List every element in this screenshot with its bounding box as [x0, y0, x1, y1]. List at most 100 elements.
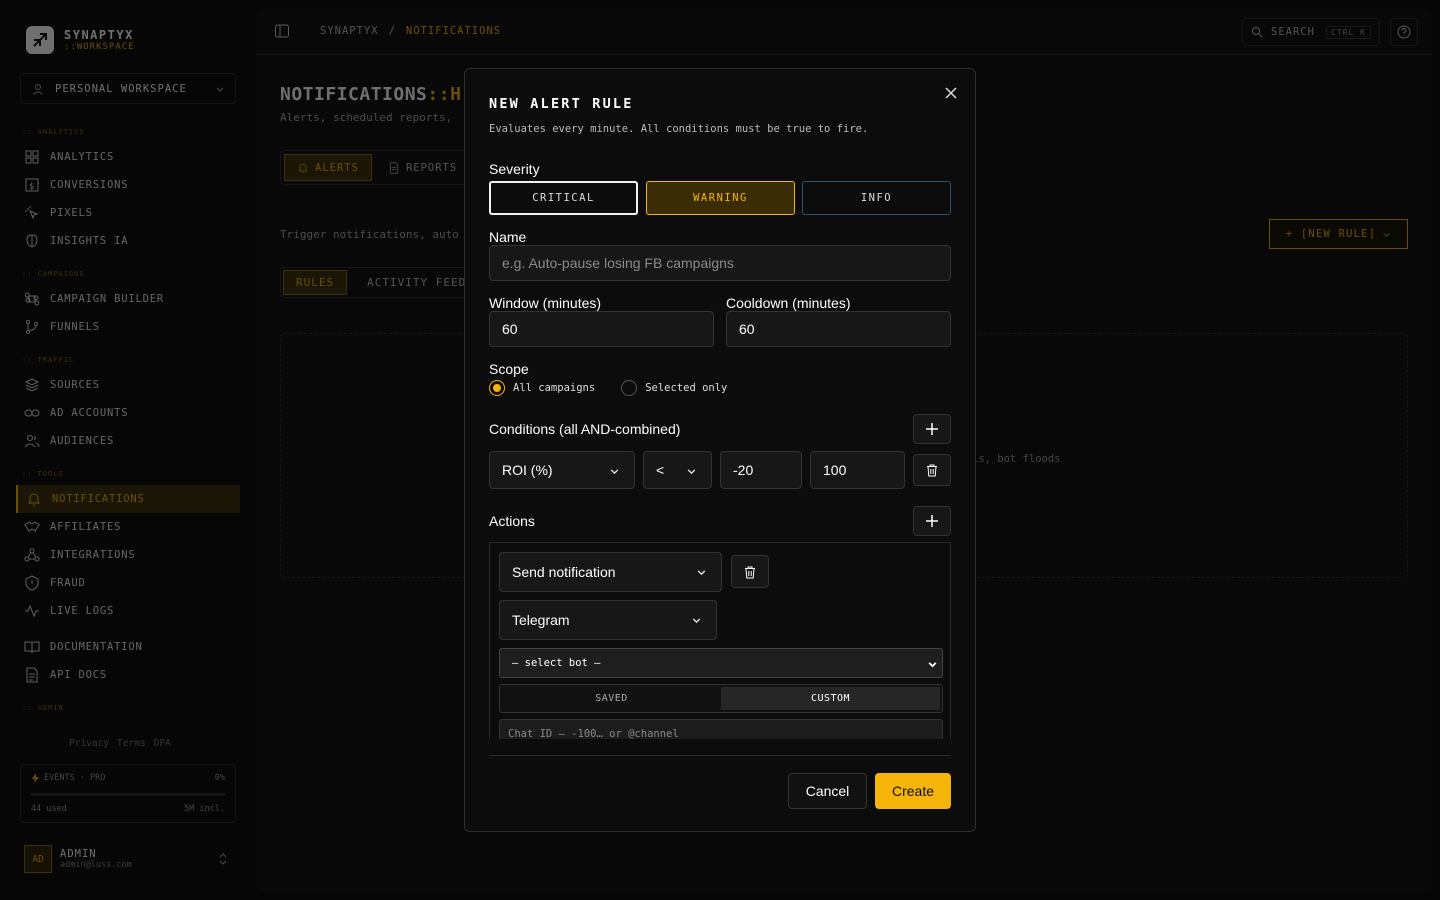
legal-links: Privacy Terms DPA	[69, 738, 171, 749]
new-rule-label: + [NEW RULE]	[1285, 228, 1377, 240]
brain-icon	[26, 234, 38, 248]
severity-warning-button[interactable]: WARNING	[646, 181, 795, 215]
git-branch-icon	[25, 319, 39, 335]
tab-rules[interactable]: RULES	[283, 270, 348, 295]
cancel-button[interactable]: Cancel	[788, 773, 867, 809]
sidebar-item-live-logs[interactable]: LIVE LOGS	[16, 597, 240, 625]
channel-select[interactable]: Telegram	[499, 600, 717, 640]
cooldown-input[interactable]: 60	[726, 311, 951, 347]
close-icon[interactable]	[943, 85, 959, 101]
sidebar-item-analytics[interactable]: ANALYTICS	[16, 143, 240, 171]
section-campaigns: :: CAMPAIGNS	[22, 270, 85, 278]
brand[interactable]: SYNAPTYX ::WORKSPACE	[26, 26, 135, 54]
condition-metric-select[interactable]: ROI (%)	[489, 451, 635, 489]
breadcrumb-root[interactable]: SYNAPTYX	[320, 25, 379, 37]
sidebar-item-fraud[interactable]: FRAUD	[16, 569, 240, 597]
create-button[interactable]: Create	[875, 773, 951, 809]
action-card: Send notification Telegram — select bot …	[489, 542, 951, 739]
new-rule-button[interactable]: + [NEW RULE]	[1269, 219, 1408, 249]
chevron-down-icon	[687, 469, 696, 475]
condition-operator-select[interactable]: <	[643, 451, 712, 489]
bot-select[interactable]: — select bot —	[499, 648, 943, 678]
sidebar-item-affiliates[interactable]: AFFILIATES	[16, 513, 240, 541]
mode-custom-button[interactable]: CUSTOM	[721, 687, 940, 710]
add-condition-button[interactable]	[913, 414, 951, 444]
bot-select-value: — select bot —	[512, 657, 601, 669]
name-input[interactable]: e.g. Auto-pause losing FB campaigns	[489, 245, 951, 281]
chat-id-input[interactable]: Chat ID — -100… or @channel	[499, 719, 943, 739]
sidebar-item-label: API DOCS	[50, 669, 107, 681]
action-type-value: Send notification	[512, 564, 616, 580]
user-menu[interactable]: AD ADMIN admin@luss.com	[24, 845, 132, 873]
actions-label: Actions	[489, 513, 535, 529]
trash-icon	[745, 566, 755, 578]
workspace-select[interactable]: PERSONAL WORKSPACE	[20, 73, 236, 104]
events-label: EVENTS · PRO	[44, 773, 106, 783]
search-button[interactable]: SEARCH CTRL K	[1242, 18, 1380, 46]
sidebar-toggle-icon[interactable]	[274, 23, 290, 39]
sidebar-item-integrations[interactable]: INTEGRATIONS	[16, 541, 240, 569]
sidebar-item-ad-accounts[interactable]: AD ACCOUNTS	[16, 399, 240, 427]
page-subtitle: Alerts, scheduled reports,	[280, 111, 453, 124]
terms-link[interactable]: Terms	[117, 738, 146, 749]
sidebar-item-label: SOURCES	[50, 379, 100, 391]
severity-critical-button[interactable]: CRITICAL	[489, 181, 638, 215]
add-action-button[interactable]	[913, 506, 951, 536]
sidebar-item-label: PIXELS	[50, 207, 93, 219]
search-shortcut: CTRL K	[1326, 25, 1371, 39]
severity-label: Severity	[489, 161, 540, 177]
severity-info-button[interactable]: INFO	[802, 181, 951, 215]
action-type-select[interactable]: Send notification	[499, 552, 722, 592]
chevron-down-icon	[692, 618, 701, 624]
channel-value: Telegram	[512, 612, 570, 628]
mode-saved-button[interactable]: SAVED	[502, 687, 721, 710]
bell-icon	[298, 163, 308, 173]
conditions-label: Conditions (all AND-combined)	[489, 421, 681, 437]
delete-condition-button[interactable]	[913, 454, 951, 486]
section-description: Trigger notifications, auto	[280, 228, 459, 241]
sidebar-item-documentation[interactable]: DOCUMENTATION	[16, 633, 240, 661]
page-tabs: ALERTS REPORTS	[280, 150, 480, 185]
sidebar-item-campaign-builder[interactable]: CAMPAIGN BUILDER	[16, 285, 240, 313]
delete-action-button[interactable]	[731, 555, 769, 588]
tab-alerts[interactable]: ALERTS	[284, 154, 372, 181]
sidebar-item-insights[interactable]: INSIGHTS IA	[16, 227, 240, 255]
sidebar-item-label: NOTIFICATIONS	[52, 493, 145, 505]
dollar-icon: $	[25, 178, 39, 192]
sidebar-item-audiences[interactable]: AUDIENCES	[16, 427, 240, 455]
sidebar-item-label: CONVERSIONS	[50, 179, 129, 191]
scope-selected-radio[interactable]	[621, 380, 638, 396]
sidebar-item-conversions[interactable]: $ CONVERSIONS	[16, 171, 240, 199]
condition-threshold-input[interactable]: 100	[810, 451, 905, 489]
scope-radio-group: All campaigns Selected only	[489, 380, 727, 396]
sidebar-item-pixels[interactable]: PIXELS	[16, 199, 240, 227]
cursor-click-icon	[25, 206, 39, 220]
new-alert-rule-dialog: NEW ALERT RULE Evaluates every minute. A…	[464, 68, 976, 832]
events-included: 5M incl.	[184, 804, 225, 814]
privacy-link[interactable]: Privacy	[69, 738, 109, 749]
chevron-up-down-icon[interactable]	[216, 852, 230, 866]
scope-all-radio[interactable]	[489, 380, 505, 396]
condition-value-input[interactable]: -20	[720, 451, 802, 489]
help-button[interactable]	[1390, 18, 1418, 46]
window-input[interactable]: 60	[489, 311, 714, 347]
tab-reports[interactable]: REPORTS	[376, 154, 469, 181]
sidebar: SYNAPTYX ::WORKSPACE PERSONAL WORKSPACE …	[0, 0, 256, 900]
sidebar-item-funnels[interactable]: FUNNELS	[16, 313, 240, 341]
tab-activity-feed[interactable]: ACTIVITY FEED	[355, 270, 469, 295]
webhook-icon	[24, 548, 40, 562]
sidebar-item-api-docs[interactable]: API DOCS	[16, 661, 240, 689]
breadcrumb: SYNAPTYX / NOTIFICATIONS	[320, 25, 501, 37]
brand-name: SYNAPTYX	[64, 28, 134, 42]
help-icon	[1397, 25, 1411, 39]
scope-selected-label[interactable]: Selected only	[645, 382, 727, 394]
sidebar-item-sources[interactable]: SOURCES	[16, 371, 240, 399]
sidebar-item-label: DOCUMENTATION	[50, 641, 143, 653]
section-analytics: :: ANALYTICS	[22, 128, 85, 136]
scope-all-label[interactable]: All campaigns	[513, 382, 595, 394]
tab-label: ALERTS	[315, 161, 359, 174]
dpa-link[interactable]: DPA	[154, 738, 171, 749]
page-title-suffix: ::H	[427, 84, 462, 105]
command-icon	[24, 292, 40, 306]
sidebar-item-notifications[interactable]: NOTIFICATIONS	[16, 485, 240, 513]
